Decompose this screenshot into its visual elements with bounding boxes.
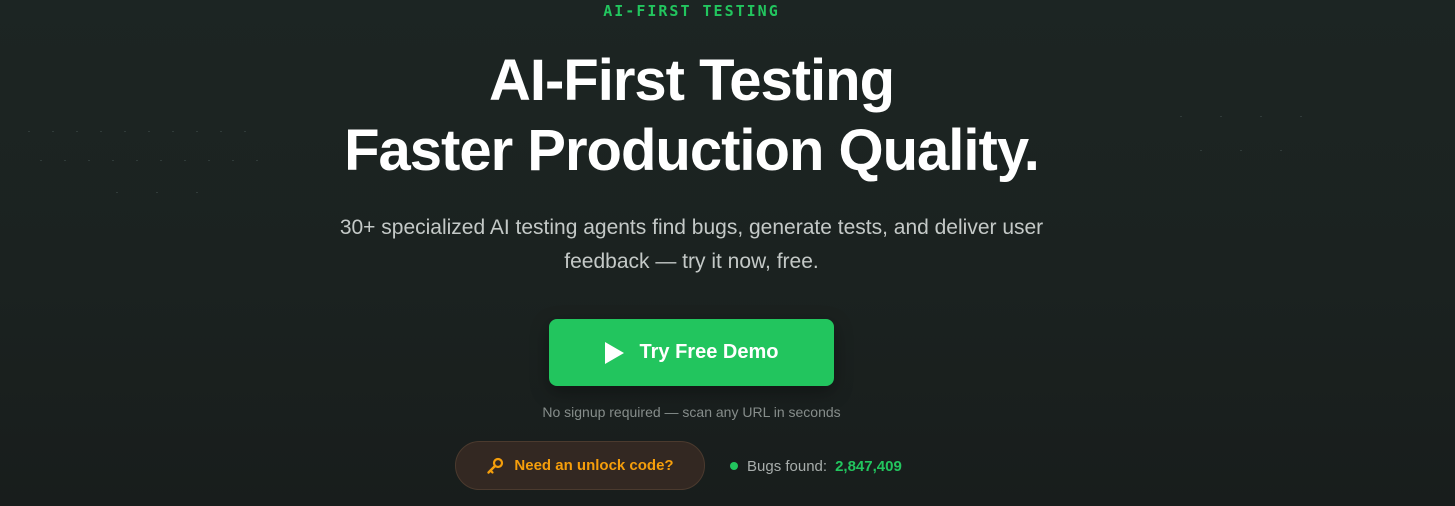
hero-subtitle: 30+ specialized AI testing agents find b… xyxy=(0,211,1383,279)
play-icon xyxy=(604,341,624,364)
hero-section: AI-FIRST TESTING AI-First Testing Faster… xyxy=(0,0,1455,506)
status-dot-icon xyxy=(730,462,738,470)
unlock-code-button[interactable]: Need an unlock code? xyxy=(455,441,705,490)
headline-line-1: AI-First Testing xyxy=(488,48,895,113)
bugs-found-stat: Bugs found: 2,847,409 xyxy=(730,455,902,477)
unlock-code-label: Need an unlock code? xyxy=(514,457,674,474)
no-signup-note: No signup required — scan any URL in sec… xyxy=(542,404,841,420)
try-free-demo-button[interactable]: Try Free Demo xyxy=(549,319,834,386)
headline-line-2: Faster Production Quality. xyxy=(344,118,1040,183)
subtitle-line-2: feedback — try it now, free. xyxy=(564,250,819,273)
hero-headline: AI-First Testing Faster Production Quali… xyxy=(0,46,1383,186)
try-free-demo-label: Try Free Demo xyxy=(639,341,779,363)
hero-eyebrow: AI-FIRST TESTING xyxy=(603,2,780,20)
key-icon xyxy=(486,457,504,475)
subtitle-line-1: 30+ specialized AI testing agents find b… xyxy=(339,216,1044,239)
bugs-found-count: 2,847,409 xyxy=(835,457,902,475)
bugs-found-label: Bugs found: xyxy=(747,457,828,475)
